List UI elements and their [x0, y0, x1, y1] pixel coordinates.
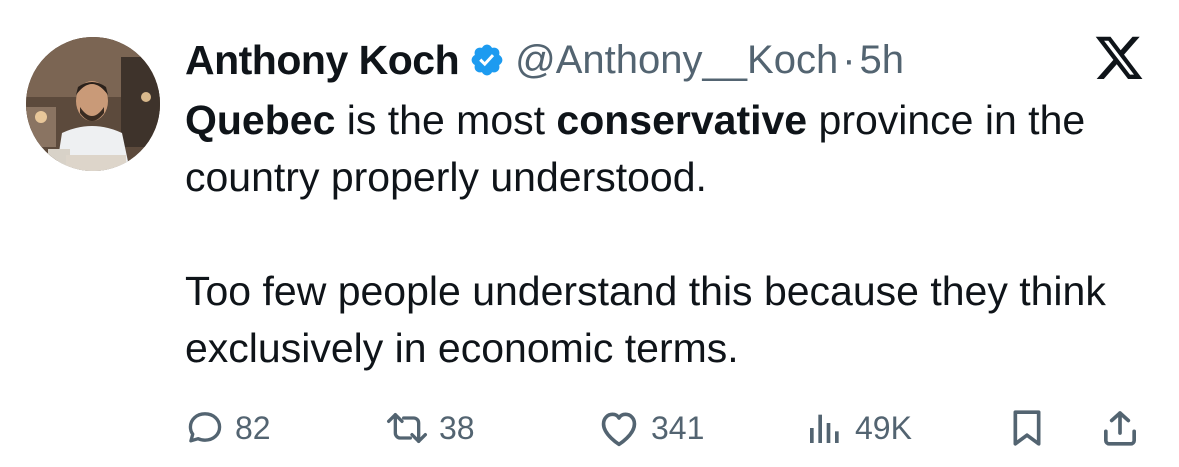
- tweet-paragraph-1: Quebec is the most conservative province…: [185, 92, 1145, 206]
- reply-icon: [185, 408, 225, 448]
- user-handle[interactable]: @Anthony__Koch: [515, 38, 838, 83]
- retweet-icon: [385, 408, 429, 448]
- heart-icon: [597, 408, 641, 448]
- tweet-card: Anthony Koch @Anthony__Koch · 5h Quebec …: [0, 0, 1179, 467]
- views-count: 49K: [855, 409, 912, 446]
- bold-word-quebec: Quebec: [185, 97, 336, 143]
- text-segment: is the most: [335, 97, 557, 143]
- views-chart-icon: [805, 408, 845, 448]
- retweet-count: 38: [439, 409, 475, 446]
- retweet-button[interactable]: 38: [385, 400, 475, 456]
- display-name[interactable]: Anthony Koch: [185, 37, 460, 84]
- x-logo-icon: [1093, 36, 1145, 84]
- tweet-text: Quebec is the most conservative province…: [185, 92, 1145, 377]
- separator-dot: ·: [842, 37, 856, 82]
- bookmark-button[interactable]: [1007, 400, 1047, 456]
- verified-badge-icon: [469, 42, 505, 78]
- tweet-paragraph-2: Too few people understand this because t…: [185, 268, 1106, 371]
- bookmark-icon: [1007, 408, 1047, 448]
- views-button[interactable]: 49K: [805, 400, 912, 456]
- tweet-header: Anthony Koch @Anthony__Koch · 5h: [185, 30, 904, 90]
- action-bar: 82 38 341 49K: [185, 400, 1145, 456]
- share-button[interactable]: [1100, 400, 1140, 456]
- timestamp[interactable]: 5h: [860, 38, 905, 83]
- like-button[interactable]: 341: [597, 400, 704, 456]
- avatar[interactable]: [26, 37, 160, 171]
- reply-button[interactable]: 82: [185, 400, 271, 456]
- share-icon: [1100, 408, 1140, 448]
- like-count: 341: [651, 409, 705, 446]
- bold-word-conservative: conservative: [556, 97, 808, 143]
- reply-count: 82: [235, 409, 271, 446]
